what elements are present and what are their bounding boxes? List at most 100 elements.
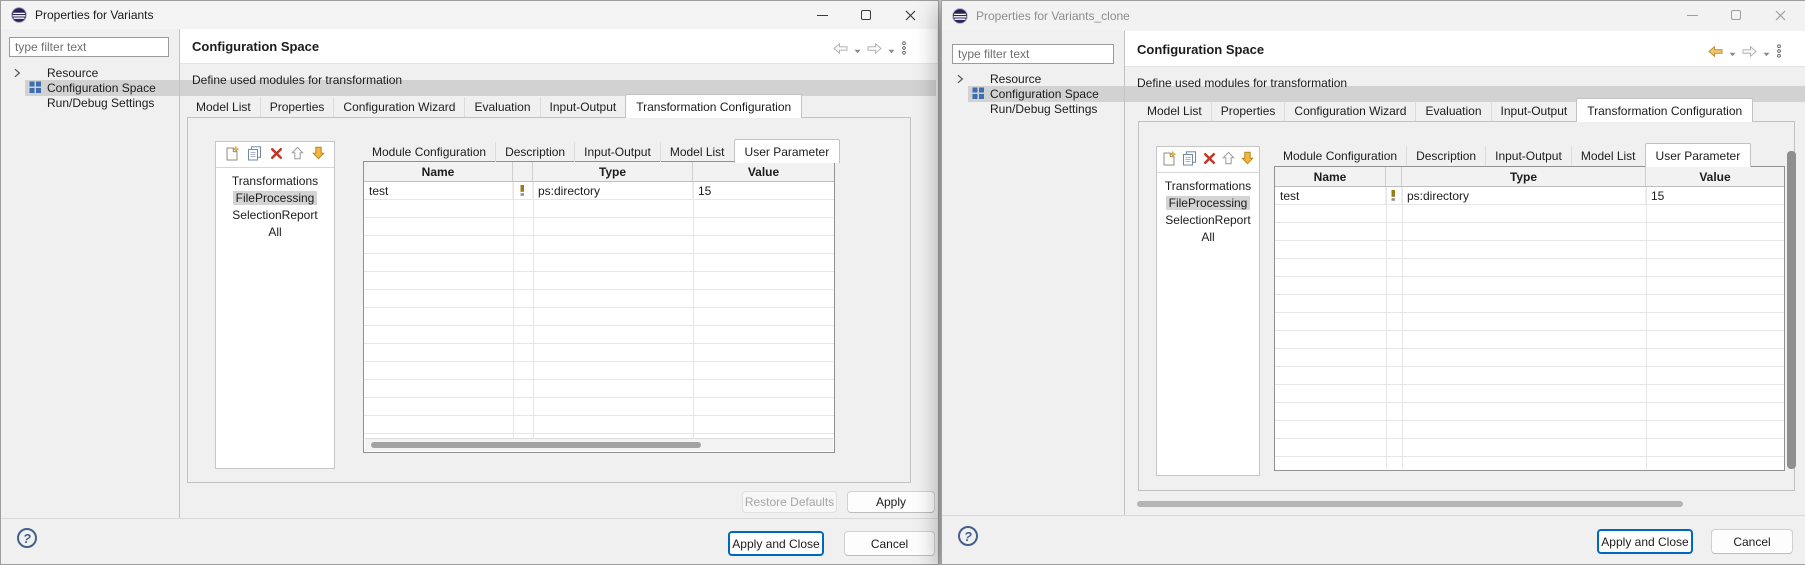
column-header-type[interactable]: Type [533, 162, 693, 181]
cell-type: ps:directory [1402, 187, 1646, 204]
column-header-flag[interactable] [513, 162, 533, 181]
move-down-icon[interactable] [1241, 151, 1254, 168]
new-item-icon[interactable] [1162, 151, 1176, 169]
transformation-item-all[interactable]: All [1157, 228, 1259, 245]
titlebar[interactable]: Properties for Variants_clone [942, 1, 1805, 31]
column-header-name[interactable]: Name [1275, 167, 1386, 186]
cancel-button[interactable]: Cancel [844, 531, 935, 556]
move-down-icon[interactable] [312, 146, 325, 163]
tab-transformation-configuration[interactable]: Transformation Configuration [1576, 98, 1753, 122]
tab-model-list-inner[interactable]: Model List [1571, 146, 1645, 166]
vertical-scrollbar[interactable] [1787, 151, 1796, 469]
minimize-button[interactable] [1670, 1, 1714, 29]
tab-user-parameter[interactable]: User Parameter [1645, 143, 1752, 167]
user-parameter-table: Name Type Value test ps:directory 15 [1274, 166, 1785, 471]
chevron-right-icon[interactable] [13, 68, 21, 78]
sidebar-item-label: Resource [990, 72, 1041, 86]
tab-description[interactable]: Description [1406, 146, 1485, 166]
transformation-item-fileprocessing[interactable]: FileProcessing [216, 189, 334, 206]
apply-and-close-button[interactable]: Apply and Close [1597, 529, 1693, 554]
window-title: Properties for Variants [35, 8, 154, 22]
apply-and-close-button[interactable]: Apply and Close [728, 531, 824, 556]
forward-dropdown-icon[interactable] [1763, 46, 1770, 60]
new-item-icon[interactable] [225, 146, 239, 164]
required-flag-icon [1386, 187, 1402, 204]
tab-user-parameter[interactable]: User Parameter [734, 139, 841, 163]
back-arrow-icon[interactable] [1708, 46, 1723, 60]
back-dropdown-icon[interactable] [854, 43, 861, 57]
close-button[interactable] [888, 1, 932, 29]
column-header-value[interactable]: Value [693, 162, 834, 181]
close-button[interactable] [1758, 1, 1802, 29]
cell-name: test [364, 182, 513, 199]
table-row[interactable]: test ps:directory 15 [364, 182, 834, 200]
transformations-group: Transformations FileProcessing Selection… [1156, 146, 1260, 476]
tab-properties[interactable]: Properties [260, 97, 334, 117]
help-icon[interactable]: ? [17, 528, 37, 548]
tab-evaluation[interactable]: Evaluation [1415, 101, 1490, 121]
transformation-item-all[interactable]: All [216, 223, 334, 240]
sidebar-divider [179, 29, 180, 519]
tab-input-output[interactable]: Input-Output [540, 97, 626, 117]
sidebar-item-resource[interactable]: Resource [25, 65, 936, 81]
tab-input-output-inner[interactable]: Input-Output [574, 142, 660, 162]
page-description: Define used modules for transformation [192, 73, 402, 87]
maximize-button[interactable] [844, 1, 888, 29]
move-up-icon[interactable] [1222, 151, 1235, 168]
column-header-name[interactable]: Name [364, 162, 513, 181]
tab-model-list[interactable]: Model List [1138, 101, 1211, 121]
column-header-value[interactable]: Value [1646, 167, 1784, 186]
table-row[interactable]: test ps:directory 15 [1275, 187, 1784, 205]
tab-model-list[interactable]: Model List [187, 97, 260, 117]
filter-input[interactable] [952, 44, 1114, 64]
forward-dropdown-icon[interactable] [888, 43, 895, 57]
copy-icon[interactable] [247, 146, 262, 164]
apply-button[interactable]: Apply [847, 491, 935, 513]
tab-properties[interactable]: Properties [1211, 101, 1285, 121]
delete-icon[interactable] [1203, 152, 1216, 168]
sidebar-item-resource[interactable]: Resource [968, 71, 1805, 87]
transformation-item-root[interactable]: Transformations [1157, 177, 1259, 194]
tab-module-configuration[interactable]: Module Configuration [363, 142, 495, 162]
back-arrow-icon[interactable] [833, 43, 848, 57]
view-menu-icon[interactable] [1776, 44, 1782, 61]
view-menu-icon[interactable] [901, 41, 907, 58]
transformations-group: Transformations FileProcessing Selection… [215, 141, 335, 469]
transformation-item-root[interactable]: Transformations [216, 172, 334, 189]
filter-input[interactable] [9, 37, 169, 57]
tab-module-configuration[interactable]: Module Configuration [1274, 146, 1406, 166]
delete-icon[interactable] [270, 147, 283, 163]
tab-evaluation[interactable]: Evaluation [464, 97, 539, 117]
column-header-flag[interactable] [1386, 167, 1402, 186]
forward-arrow-icon[interactable] [867, 43, 882, 57]
column-header-type[interactable]: Type [1402, 167, 1646, 186]
transformation-item-selectionreport[interactable]: SelectionReport [1157, 211, 1259, 228]
table-empty-rows [364, 200, 834, 439]
sidebar-divider [1124, 31, 1125, 516]
help-icon[interactable]: ? [958, 526, 978, 546]
back-dropdown-icon[interactable] [1729, 46, 1736, 60]
copy-icon[interactable] [1182, 151, 1197, 169]
tab-input-output[interactable]: Input-Output [1491, 101, 1577, 121]
maximize-button[interactable] [1714, 1, 1758, 29]
move-up-icon[interactable] [291, 146, 304, 163]
titlebar[interactable]: Properties for Variants [1, 1, 938, 29]
minimize-button[interactable] [800, 1, 844, 29]
cancel-button[interactable]: Cancel [1711, 529, 1793, 554]
transformation-item-selectionreport[interactable]: SelectionReport [216, 206, 334, 223]
tab-configuration-wizard[interactable]: Configuration Wizard [1284, 101, 1415, 121]
tab-input-output-inner[interactable]: Input-Output [1485, 146, 1571, 166]
page-description: Define used modules for transformation [1137, 76, 1347, 90]
transformation-item-fileprocessing[interactable]: FileProcessing [1157, 194, 1259, 211]
chevron-right-icon[interactable] [956, 74, 964, 84]
tab-transformation-configuration[interactable]: Transformation Configuration [625, 94, 802, 118]
tab-model-list-inner[interactable]: Model List [660, 142, 734, 162]
restore-defaults-button[interactable]: Restore Defaults [742, 491, 837, 513]
table-horizontal-scrollbar[interactable] [365, 438, 833, 451]
tab-configuration-wizard[interactable]: Configuration Wizard [333, 97, 464, 117]
forward-arrow-icon[interactable] [1742, 46, 1757, 60]
page-title: Configuration Space [192, 39, 319, 54]
page-horizontal-scrollbar[interactable] [1137, 501, 1683, 507]
tab-description[interactable]: Description [495, 142, 574, 162]
sidebar-item-label: Run/Debug Settings [47, 96, 154, 110]
